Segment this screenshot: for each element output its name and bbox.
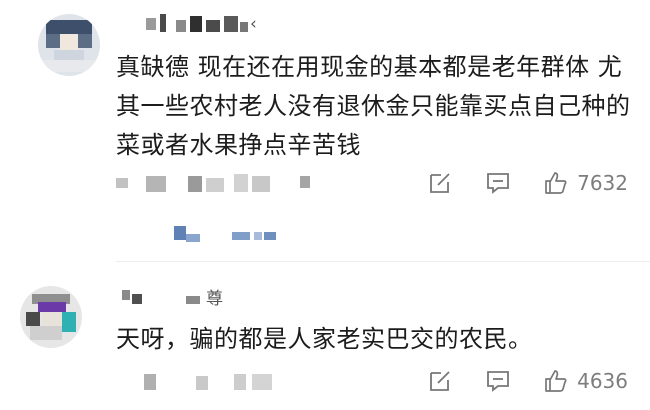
comment-meta bbox=[116, 170, 346, 194]
comment-actions: 7632 bbox=[427, 168, 628, 198]
like-count: 4636 bbox=[577, 369, 628, 393]
comment-icon[interactable] bbox=[485, 368, 511, 394]
like-count: 7632 bbox=[577, 171, 628, 195]
comment-meta bbox=[116, 368, 346, 392]
comment-icon[interactable] bbox=[485, 170, 511, 196]
comment-item: ‹ 真缺德 现在还在用现金的基本都是老年群体 尤其一些农村老人没有退休金只能靠买… bbox=[0, 0, 650, 262]
avatar[interactable] bbox=[38, 14, 100, 76]
share-icon[interactable] bbox=[427, 368, 453, 394]
reply-preview[interactable] bbox=[170, 222, 290, 244]
comment-text: 真缺德 现在还在用现金的基本都是老年群体 尤其一些农村老人没有退休金只能靠买点自… bbox=[116, 53, 631, 159]
like-icon[interactable] bbox=[543, 368, 569, 394]
comment-actions: 4636 bbox=[427, 366, 628, 396]
username[interactable]: ‹ bbox=[116, 14, 266, 36]
share-icon[interactable] bbox=[427, 170, 453, 196]
username-visible-char: ‹ bbox=[250, 14, 257, 34]
username-visible-char: 尊 bbox=[206, 289, 223, 309]
like-icon[interactable] bbox=[543, 170, 569, 196]
avatar[interactable] bbox=[20, 286, 82, 348]
comment-text: 天呀，骗的都是人家老实巴交的农民。 bbox=[116, 325, 533, 353]
username[interactable]: 尊 bbox=[116, 284, 236, 309]
comment-item: 尊 天呀，骗的都是人家老实巴交的农民。 4636 bbox=[0, 262, 650, 410]
